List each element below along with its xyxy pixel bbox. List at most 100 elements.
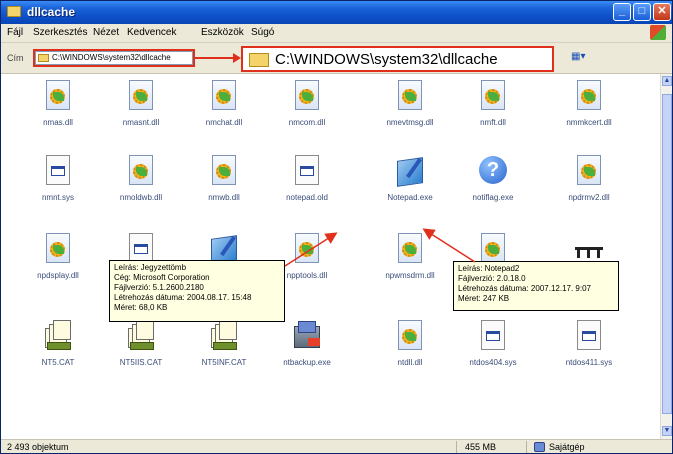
file-item[interactable]: nmevtmsg.dll — [375, 78, 445, 140]
system-file-icon — [478, 320, 508, 354]
window-title: dllcache — [27, 5, 76, 19]
status-bar: 2 493 objektum 455 MB Sajátgép — [1, 439, 672, 453]
file-item[interactable]: notepad.old — [272, 153, 342, 215]
dll-file-icon — [395, 320, 425, 354]
callout-arrow-head — [233, 53, 241, 63]
object-count: 2 493 objektum — [7, 442, 69, 452]
file-item[interactable]: nmas.dll — [23, 78, 93, 140]
tooltip-line: Méret: 247 KB — [458, 294, 510, 303]
file-item[interactable]: nmmkcert.dll — [554, 78, 624, 140]
catalog-file-icon — [209, 320, 239, 354]
backup-icon — [292, 320, 322, 354]
file-item[interactable]: ntdll.dll — [375, 318, 445, 380]
file-item[interactable]: nmft.dll — [458, 78, 528, 140]
system-file-icon — [43, 155, 73, 189]
dll-file-icon — [395, 233, 425, 267]
file-item[interactable]: nmnt.sys — [23, 153, 93, 215]
file-item[interactable]: ntdos411.sys — [554, 318, 624, 380]
file-name: NT5.CAT — [41, 358, 75, 367]
file-item[interactable]: ntdos404.sys — [458, 318, 528, 380]
file-name: notepad.old — [286, 193, 328, 202]
address-label: Cím — [7, 53, 24, 63]
title-bar[interactable]: dllcache _ □ ✕ — [1, 1, 672, 24]
scroll-up-button[interactable]: ▲ — [662, 76, 672, 86]
vertical-scrollbar[interactable]: ▲ ▼ — [660, 74, 672, 439]
menu-edit[interactable]: Szerkesztés — [33, 27, 87, 38]
file-item[interactable]: ntbackup.exe — [272, 318, 342, 380]
file-item[interactable]: npwmsdrm.dll — [375, 231, 445, 293]
tooltip-notepad-exe: Leírás: Notepad2 Fájlverzió: 2.0.18.0 Lé… — [453, 261, 619, 311]
dll-file-icon — [478, 80, 508, 114]
tooltip-line: Létrehozás dátuma: 2007.12.17. 9:07 — [458, 284, 591, 293]
file-item[interactable]: nmoldwb.dll — [106, 153, 176, 215]
dll-file-icon — [574, 155, 604, 189]
file-name: nmas.dll — [43, 118, 73, 127]
minimize-button[interactable]: _ — [613, 3, 631, 21]
dll-file-icon — [292, 80, 322, 114]
file-item[interactable]: nmcom.dll — [272, 78, 342, 140]
menu-help[interactable]: Súgó — [251, 27, 274, 38]
dll-file-icon — [292, 233, 322, 267]
menu-view[interactable]: Nézet — [93, 27, 119, 38]
scroll-thumb[interactable] — [662, 94, 672, 414]
callout-arrow — [195, 57, 237, 59]
file-name: npwmsdrm.dll — [385, 271, 435, 280]
system-file-icon — [292, 155, 322, 189]
file-name: npdrmv2.dll — [568, 193, 610, 202]
maximize-button[interactable]: □ — [633, 3, 651, 21]
file-name: notiflag.exe — [472, 193, 514, 202]
tooltip-line: Méret: 68,0 KB — [114, 303, 168, 312]
dll-file-icon — [209, 155, 239, 189]
tooltip-line: Leírás: Notepad2 — [458, 264, 520, 273]
catalog-file-icon — [43, 320, 73, 354]
file-item[interactable]: NT5IIS.CAT — [106, 318, 176, 380]
windows-logo-icon — [650, 25, 666, 40]
views-button[interactable]: ▦▾ — [571, 51, 593, 65]
catalog-file-icon — [126, 320, 156, 354]
file-name: nmmkcert.dll — [566, 118, 612, 127]
file-item[interactable]: NT5INF.CAT — [189, 318, 259, 380]
location-label: Sajátgép — [549, 442, 585, 452]
tooltip-line: Cég: Microsoft Corporation — [114, 273, 210, 282]
status-divider — [456, 441, 457, 453]
file-name: ntdos411.sys — [565, 358, 613, 367]
file-name: nmft.dll — [480, 118, 506, 127]
dll-file-icon — [209, 80, 239, 114]
menu-favorites[interactable]: Kedvencek — [127, 27, 176, 38]
dll-file-icon — [43, 233, 73, 267]
folder-icon — [249, 53, 269, 67]
file-item[interactable]: ? notiflag.exe — [458, 153, 528, 215]
tooltip-line: Leírás: Jegyzettömb — [114, 263, 187, 272]
file-name: nmasnt.dll — [122, 118, 160, 127]
file-name: ntbackup.exe — [283, 358, 331, 367]
application-icon — [395, 155, 425, 189]
file-item[interactable]: NT5.CAT — [23, 318, 93, 380]
file-name: ntdos404.sys — [469, 358, 517, 367]
file-item[interactable]: Notepad.exe — [375, 153, 445, 215]
file-name: nmoldwb.dll — [119, 193, 163, 202]
tooltip-line: Fájlverzió: 2.0.18.0 — [458, 274, 526, 283]
address-path-zoomed: C:\WINDOWS\system32\dllcache — [275, 51, 498, 68]
tooltip-line: Fájlverzió: 5.1.2600.2180 — [114, 283, 204, 292]
file-item[interactable]: npdsplay.dll — [23, 231, 93, 293]
file-item[interactable]: nmasnt.dll — [106, 78, 176, 140]
system-file-icon — [574, 320, 604, 354]
menu-tools[interactable]: Eszközök — [201, 27, 244, 38]
scroll-down-button[interactable]: ▼ — [662, 426, 672, 436]
file-item[interactable]: npdrmv2.dll — [554, 153, 624, 215]
close-button[interactable]: ✕ — [653, 3, 671, 21]
dll-file-icon — [126, 155, 156, 189]
tooltip-notepad-old: Leírás: Jegyzettömb Cég: Microsoft Corpo… — [109, 260, 285, 322]
file-item[interactable]: nmwb.dll — [189, 153, 259, 215]
tooltip-line: Létrehozás dátuma: 2004.08.17. 15:48 — [114, 293, 252, 302]
file-name: nmnt.sys — [41, 193, 74, 202]
file-name: ntdll.dll — [397, 358, 423, 367]
my-computer-icon — [534, 442, 545, 452]
status-divider — [526, 441, 527, 453]
menu-bar: Fájl Szerkesztés Nézet Kedvencek Eszközö… — [1, 24, 672, 43]
menu-file[interactable]: Fájl — [7, 27, 23, 38]
file-name: nmevtmsg.dll — [386, 118, 434, 127]
address-highlight-box — [33, 49, 195, 67]
address-bar: Cím C:\WINDOWS\system32\dllcache C:\WIND… — [1, 43, 672, 74]
file-item[interactable]: nmchat.dll — [189, 78, 259, 140]
